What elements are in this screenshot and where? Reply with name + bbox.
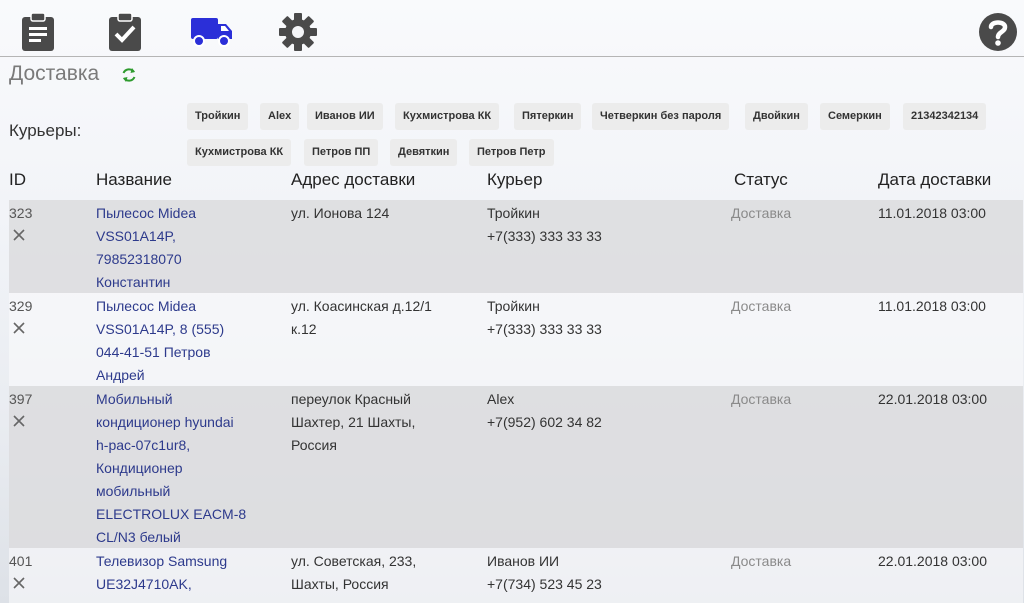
name-line: VSS01A14P, bbox=[96, 228, 176, 244]
name-line: Кондиционер bbox=[96, 460, 183, 476]
order-name-link[interactable]: Пылесос Midea VSS01A14P, 79852318070 Кон… bbox=[96, 202, 276, 294]
delivery-address: ул. Советская, 233, Шахты, Россия bbox=[291, 550, 466, 596]
gear-icon[interactable] bbox=[278, 12, 318, 52]
delivery-date: 11.01.2018 03:00 bbox=[878, 298, 986, 314]
name-line: ELECTROLUX EACM-8 bbox=[96, 506, 247, 522]
courier-chip[interactable]: Петров Петр bbox=[469, 139, 554, 166]
courier-chip[interactable]: 21342342134 bbox=[903, 103, 987, 130]
name-line: VSS01A14P, 8 (555) bbox=[96, 321, 225, 337]
courier-chip[interactable]: Alex bbox=[260, 103, 300, 130]
header-id[interactable]: ID bbox=[9, 170, 26, 190]
top-nav-bar bbox=[0, 0, 1024, 57]
courier-info: Тройкин +7(333) 333 33 33 bbox=[487, 202, 687, 248]
courier-info: Иванов ИИ +7(734) 523 45 23 bbox=[487, 550, 687, 596]
status-text: Доставка bbox=[731, 391, 792, 407]
delivery-address: ул. Коасинская д.12/1 к.12 bbox=[291, 295, 466, 341]
courier-phone: +7(333) 333 33 33 bbox=[487, 321, 602, 337]
address-line: Россия bbox=[291, 437, 337, 453]
courier-phone: +7(734) 523 45 23 bbox=[487, 576, 602, 592]
status-text: Доставка bbox=[731, 205, 792, 221]
table-row[interactable]: 397 Мобильный кондиционер hyundai h-pac-… bbox=[9, 386, 1023, 548]
table-row[interactable]: 329 Пылесос Midea VSS01A14P, 8 (555) 044… bbox=[9, 293, 1023, 386]
address-line: ул. Коасинская д.12/1 bbox=[291, 298, 432, 314]
order-name-link[interactable]: Мобильный кондиционер hyundai h-pac-07c1… bbox=[96, 388, 276, 549]
courier-name: Тройкин bbox=[487, 205, 540, 221]
name-line: Телевизор Samsung bbox=[96, 553, 228, 569]
name-line: Константин bbox=[96, 274, 171, 290]
name-line: Андрей bbox=[96, 367, 145, 383]
header-address[interactable]: Адрес доставки bbox=[291, 170, 415, 190]
name-line: Мобильный bbox=[96, 391, 173, 407]
courier-chip[interactable]: Четверкин без пароля bbox=[592, 103, 730, 130]
delivery-date: 22.01.2018 03:00 bbox=[878, 391, 987, 407]
refresh-icon[interactable] bbox=[120, 66, 138, 84]
name-line: Пылесос Midea bbox=[96, 205, 197, 221]
table-row[interactable]: 401 Телевизор Samsung UE32J4710AK, ул. С… bbox=[9, 548, 1023, 603]
courier-name: Иванов ИИ bbox=[487, 553, 560, 569]
help-icon[interactable] bbox=[978, 12, 1018, 52]
couriers-label: Курьеры: bbox=[9, 121, 82, 140]
name-line: 79852318070 bbox=[96, 251, 182, 267]
truck-icon[interactable] bbox=[190, 12, 234, 52]
status-text: Доставка bbox=[731, 553, 792, 569]
delete-icon[interactable] bbox=[11, 575, 27, 591]
courier-info: Тройкин +7(333) 333 33 33 bbox=[487, 295, 687, 341]
header-status[interactable]: Статус bbox=[734, 170, 788, 190]
courier-info: Alex +7(952) 602 34 82 bbox=[487, 388, 687, 434]
courier-chip[interactable]: Двойкин bbox=[745, 103, 808, 130]
delete-icon[interactable] bbox=[11, 413, 27, 429]
courier-name: Тройкин bbox=[487, 298, 540, 314]
courier-chip[interactable]: Пятеркин bbox=[514, 103, 582, 130]
row-id: 323 bbox=[9, 205, 33, 221]
delivery-address: переулок Красный Шахтер, 21 Шахты, Росси… bbox=[291, 388, 466, 457]
courier-chip[interactable]: Девяткин bbox=[390, 139, 458, 166]
row-id: 329 bbox=[9, 298, 33, 314]
courier-phone: +7(333) 333 33 33 bbox=[487, 228, 602, 244]
courier-chip[interactable]: Кухмистрова КК bbox=[395, 103, 500, 130]
clipboard-list-icon[interactable] bbox=[18, 12, 58, 52]
delivery-address: ул. Ионова 124 bbox=[291, 202, 466, 225]
delete-icon[interactable] bbox=[11, 227, 27, 243]
courier-chip[interactable]: Иванов ИИ bbox=[307, 103, 383, 130]
page-title: Доставка bbox=[9, 62, 100, 85]
address-line: ул. Советская, 233, bbox=[291, 553, 417, 569]
name-line: Пылесос Midea bbox=[96, 298, 197, 314]
courier-chip[interactable]: Петров ПП bbox=[304, 139, 379, 166]
row-id: 401 bbox=[9, 553, 33, 569]
table-row[interactable]: 323 Пылесос Midea VSS01A14P, 79852318070… bbox=[9, 200, 1023, 293]
delivery-date: 22.01.2018 03:00 bbox=[878, 553, 987, 569]
courier-chip[interactable]: Тройкин bbox=[187, 103, 249, 130]
address-line: переулок Красный bbox=[291, 391, 411, 407]
row-id: 397 bbox=[9, 391, 33, 407]
courier-phone: +7(952) 602 34 82 bbox=[487, 414, 602, 430]
courier-chip[interactable]: Семеркин bbox=[820, 103, 890, 130]
clipboard-check-icon[interactable] bbox=[105, 12, 145, 52]
name-line: кондиционер hyundai bbox=[96, 414, 234, 430]
address-line: Шахты, Россия bbox=[291, 576, 389, 592]
header-courier[interactable]: Курьер bbox=[487, 170, 542, 190]
order-name-link[interactable]: Пылесос Midea VSS01A14P, 8 (555) 044-41-… bbox=[96, 295, 276, 387]
status-text: Доставка bbox=[731, 298, 792, 314]
address-line: ул. Ионова 124 bbox=[291, 205, 390, 221]
name-line: 044-41-51 Петров bbox=[96, 344, 211, 360]
delivery-date: 11.01.2018 03:00 bbox=[878, 205, 986, 221]
address-line: Шахтер, 21 Шахты, bbox=[291, 414, 416, 430]
address-line: к.12 bbox=[291, 321, 317, 337]
header-date[interactable]: Дата доставки bbox=[878, 170, 991, 190]
order-name-link[interactable]: Телевизор Samsung UE32J4710AK, bbox=[96, 550, 276, 596]
name-line: CL/N3 белый bbox=[96, 529, 181, 545]
header-name[interactable]: Название bbox=[96, 170, 172, 190]
courier-chip[interactable]: Кухмистрова КК bbox=[187, 139, 292, 166]
name-line: h-pac-07c1ur8, bbox=[96, 437, 191, 453]
name-line: мобильный bbox=[96, 483, 171, 499]
courier-name: Alex bbox=[487, 391, 515, 407]
name-line: UE32J4710AK, bbox=[96, 576, 192, 592]
delete-icon[interactable] bbox=[11, 320, 27, 336]
